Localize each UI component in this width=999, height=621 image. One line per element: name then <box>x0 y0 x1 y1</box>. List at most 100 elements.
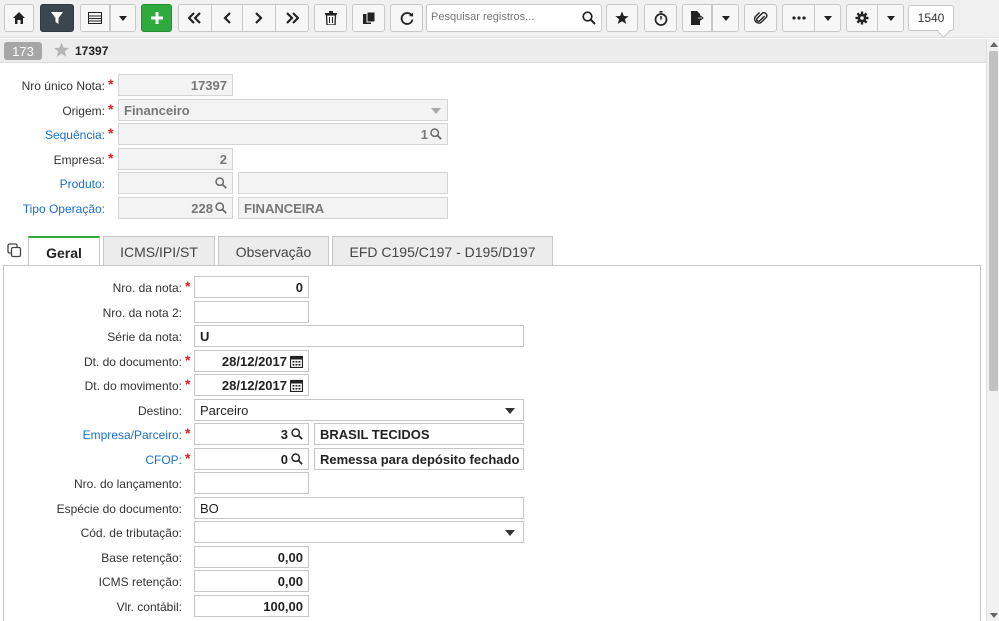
empresa-parceiro-input[interactable]: 3 <box>194 423 309 445</box>
first-record-button[interactable] <box>178 4 212 32</box>
calendar-icon[interactable] <box>290 355 303 368</box>
export-dropdown[interactable] <box>712 4 739 32</box>
dt-movimento-input[interactable]: 28/12/2017 <box>194 374 309 396</box>
base-retencao-label: Base retenção: <box>101 551 182 565</box>
nro-nota2-input[interactable] <box>194 301 309 323</box>
tab-icms-ipi-st[interactable]: ICMS/IPI/ST <box>103 236 215 266</box>
record-counter-tooltip: 1540 <box>908 5 954 31</box>
tab-efd[interactable]: EFD C195/C197 - D195/D197 <box>332 236 553 266</box>
base-retencao-input[interactable]: 0,00 <box>194 546 309 568</box>
search-input[interactable] <box>431 11 579 23</box>
empresa-field: 2 <box>118 148 233 170</box>
timer-button[interactable] <box>644 4 677 32</box>
add-button[interactable] <box>141 4 172 32</box>
list-icon <box>88 12 102 24</box>
home-button[interactable] <box>4 4 34 32</box>
destino-select[interactable]: Parceiro <box>194 399 524 421</box>
previous-record-button[interactable] <box>211 4 243 32</box>
next-record-button[interactable] <box>242 4 276 32</box>
more-actions-button[interactable] <box>782 4 815 32</box>
nro-nota-input[interactable]: 0 <box>194 276 309 298</box>
grid-view-dropdown[interactable] <box>110 4 136 32</box>
empresa-label: Empresa: <box>53 153 105 167</box>
delete-button[interactable] <box>314 4 347 32</box>
empresa-parceiro-description: BRASIL TECIDOS <box>314 423 524 445</box>
dt-movimento-label: Dt. do movimento: <box>84 379 182 393</box>
tab-observacao[interactable]: Observação <box>218 236 329 266</box>
cod-tributacao-select[interactable] <box>194 521 524 543</box>
settings-dropdown[interactable] <box>877 4 904 32</box>
dt-movimento-value: 28/12/2017 <box>221 377 287 393</box>
serie-label: Série da nota: <box>107 330 182 344</box>
tab-geral[interactable]: Geral <box>28 236 100 267</box>
last-record-button[interactable] <box>275 4 309 32</box>
dt-documento-value: 28/12/2017 <box>221 353 287 369</box>
filter-button[interactable] <box>40 4 74 32</box>
scroll-up-icon[interactable] <box>990 42 998 47</box>
required-marker: * <box>108 101 114 117</box>
double-chevron-left-icon <box>188 12 201 24</box>
ellipsis-icon <box>791 16 806 20</box>
favorite-button[interactable] <box>606 4 638 32</box>
attach-button[interactable] <box>744 4 777 32</box>
vlr-contabil-input[interactable]: 100,00 <box>194 595 309 617</box>
record-title: 17397 <box>75 44 109 58</box>
star-icon <box>615 11 629 24</box>
cfop-input[interactable]: 0 <box>194 448 309 470</box>
serie-input[interactable]: U <box>194 325 524 347</box>
record-bar: 173 17397 <box>0 39 986 63</box>
search-icon[interactable] <box>291 453 303 465</box>
produto-label[interactable]: Produto: <box>0 177 105 191</box>
tipo-operacao-label[interactable]: Tipo Operação: <box>0 202 105 216</box>
caret-down-icon <box>505 408 515 414</box>
caret-down-icon <box>431 108 441 114</box>
copy-icon <box>362 11 375 24</box>
search-icon <box>430 128 442 140</box>
calendar-icon[interactable] <box>290 379 303 392</box>
sequencia-value: 1 <box>420 126 428 142</box>
caret-down-icon <box>886 15 895 21</box>
especie-label: Espécie do documento: <box>56 502 182 516</box>
produto-field <box>118 172 233 194</box>
file-export-icon <box>691 11 704 25</box>
nro-nota-label: Nro. da nota: <box>112 281 182 295</box>
caret-down-icon <box>823 15 832 21</box>
dt-documento-input[interactable]: 28/12/2017 <box>194 350 309 372</box>
nro-nota2-label: Nro. da nota 2: <box>102 306 182 320</box>
especie-input[interactable]: BO <box>194 497 524 519</box>
refresh-button[interactable] <box>390 4 423 32</box>
required-marker: * <box>185 278 191 294</box>
required-marker: * <box>108 150 114 166</box>
record-index-badge: 173 <box>4 42 42 60</box>
empresa-parceiro-label[interactable]: Empresa/Parceiro: <box>0 428 182 442</box>
settings-button[interactable] <box>846 4 878 32</box>
search-icon[interactable] <box>291 428 303 440</box>
star-icon[interactable] <box>53 42 70 58</box>
cfop-label[interactable]: CFOP: <box>0 453 182 467</box>
copy-icon[interactable] <box>7 243 22 258</box>
destino-label: Destino: <box>137 404 182 418</box>
nro-unico-label: Nro único Nota: <box>21 79 105 93</box>
required-marker: * <box>108 125 114 141</box>
tipo-operacao-description: FINANCEIRA <box>238 197 448 219</box>
nro-lancamento-input[interactable] <box>194 472 309 494</box>
produto-description <box>238 172 448 194</box>
empresa-parceiro-value: 3 <box>280 426 288 442</box>
required-marker: * <box>185 450 191 466</box>
duplicate-button[interactable] <box>352 4 385 32</box>
export-button[interactable] <box>682 4 712 32</box>
scrollbar-thumb[interactable] <box>989 51 998 391</box>
gear-icon <box>855 11 869 25</box>
scroll-down-icon[interactable] <box>990 613 998 618</box>
search-box <box>426 4 602 32</box>
vertical-scrollbar[interactable] <box>986 39 999 621</box>
sequencia-label[interactable]: Sequência: <box>0 128 105 142</box>
icms-retencao-input[interactable]: 0,00 <box>194 570 309 592</box>
search-icon[interactable] <box>582 11 596 25</box>
more-actions-dropdown[interactable] <box>814 4 841 32</box>
chevron-right-icon <box>255 12 263 24</box>
caret-down-icon <box>721 15 730 21</box>
grid-view-button[interactable] <box>80 4 110 32</box>
caret-down-icon <box>119 15 127 21</box>
destino-value: Parceiro <box>200 402 249 418</box>
